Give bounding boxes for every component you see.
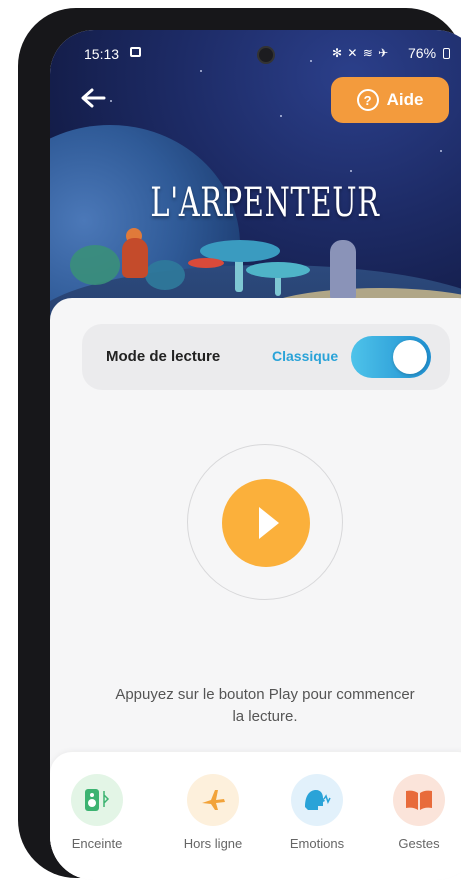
status-icons: ✻ ✕ ≋ ✈ — [332, 46, 390, 60]
rock-shape — [330, 240, 356, 300]
nav-label-enceinte: Enceinte — [71, 836, 123, 851]
play-icon — [259, 507, 279, 539]
play-button[interactable] — [222, 479, 310, 567]
nav-label-gestes: Gestes — [398, 836, 440, 851]
phone-frame: L'ARPENTEUR 15:13 ✻ ✕ ≋ ✈ 76% ? Aide Mod… — [18, 8, 461, 880]
play-hint-text: Appuyez sur le bouton Play pour commence… — [115, 686, 415, 725]
reading-mode-card: Mode de lecture Classique — [82, 324, 450, 390]
nav-item-gestes[interactable]: Gestes — [374, 774, 461, 851]
voice-icon — [291, 774, 343, 826]
front-camera — [257, 46, 275, 64]
reading-mode-value: Classique — [272, 348, 339, 364]
battery-percent: 76% — [408, 45, 437, 61]
character-body — [122, 238, 148, 278]
nav-label-emotions: Emotions — [289, 836, 345, 851]
nav-item-emotions[interactable]: Emotions — [272, 774, 362, 851]
toggle-knob — [393, 340, 427, 374]
story-title: L'ARPENTEUR — [150, 180, 380, 226]
speaker-icon — [71, 774, 123, 826]
hero-illustration: L'ARPENTEUR — [50, 30, 461, 330]
back-button[interactable] — [78, 80, 114, 116]
book-icon — [393, 774, 445, 826]
nav-label-hors-ligne: Hors ligne — [183, 836, 243, 851]
battery-icon — [443, 48, 450, 59]
help-button[interactable]: ? Aide — [331, 77, 449, 123]
reading-mode-label: Mode de lecture — [106, 348, 221, 365]
nav-item-enceinte[interactable]: Enceinte — [52, 774, 142, 851]
arrow-left-icon — [81, 88, 106, 108]
help-label: Aide — [386, 90, 424, 109]
status-bar: 15:13 ✻ ✕ ≋ ✈ 76% — [50, 30, 461, 70]
bottom-nav: Enceinte Hors ligne Emotions Gestes — [50, 752, 461, 880]
nav-item-hors-ligne[interactable]: Hors ligne — [168, 774, 258, 851]
airplane-icon — [187, 774, 239, 826]
reading-mode-toggle[interactable] — [351, 336, 431, 378]
question-icon: ? — [356, 89, 379, 111]
image-notification-icon — [130, 47, 141, 57]
app-screen: L'ARPENTEUR 15:13 ✻ ✕ ≋ ✈ 76% ? Aide Mod… — [50, 30, 461, 880]
status-time: 15:13 — [84, 46, 120, 62]
